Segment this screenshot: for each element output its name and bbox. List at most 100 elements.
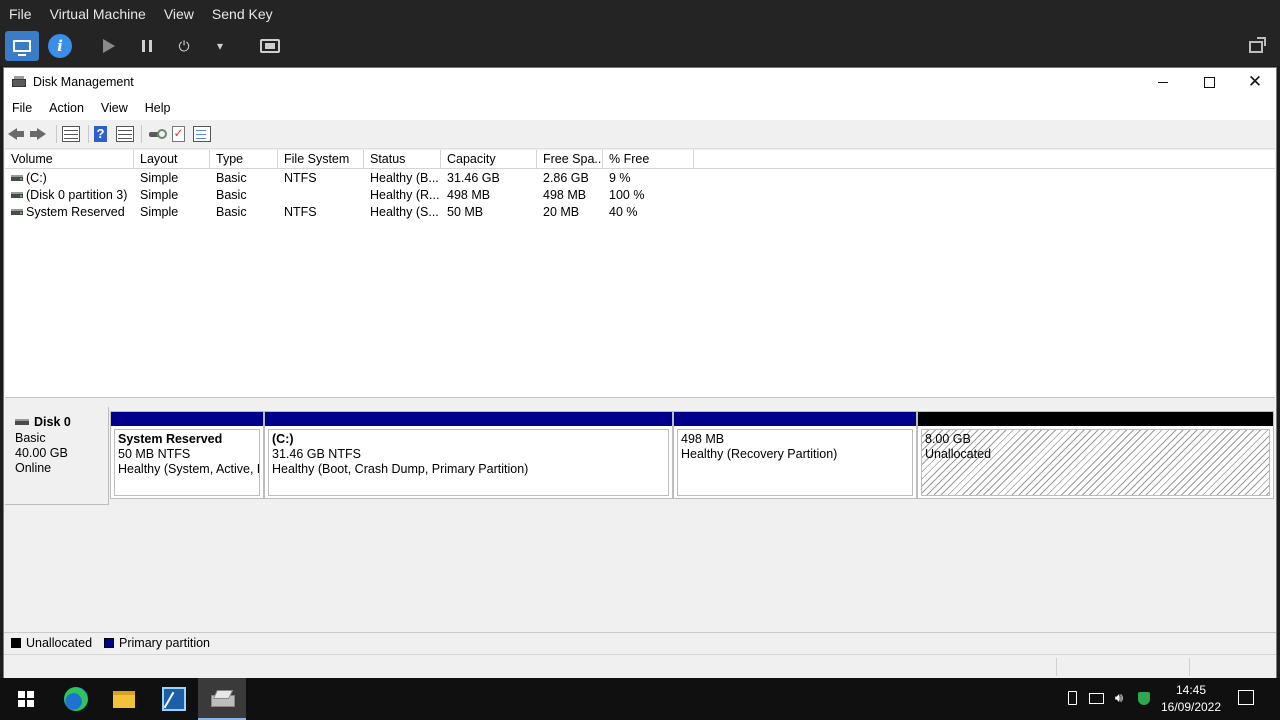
cell-layout: Simple: [140, 171, 179, 185]
legend: Unallocated Primary partition: [4, 632, 1276, 653]
properties-icon[interactable]: [193, 126, 211, 142]
cell-status: Healthy (S...: [370, 205, 439, 219]
cell-volume: System Reserved: [26, 205, 125, 219]
window-title: Disk Management: [33, 75, 134, 89]
partition-name: (C:): [272, 432, 294, 446]
taskbar-disk-management[interactable]: [198, 678, 246, 720]
table-row[interactable]: (Disk 0 partition 3) Simple Basic Health…: [5, 187, 705, 204]
power-icon[interactable]: ⏻: [174, 36, 194, 56]
vm-toolbar: i ⏻ ▾: [0, 28, 1280, 66]
play-icon[interactable]: [100, 37, 118, 55]
legend-swatch-unallocated: [11, 638, 21, 648]
console-tree-icon[interactable]: [62, 126, 80, 142]
column-header-capacity[interactable]: Capacity: [441, 150, 537, 169]
cell-type: Basic: [216, 205, 247, 219]
partition-c[interactable]: (C:) 31.46 GB NTFS Healthy (Boot, Crash …: [264, 411, 673, 499]
column-header-status[interactable]: Status: [364, 150, 441, 169]
network-icon[interactable]: [1088, 690, 1104, 706]
taskbar-edge[interactable]: [52, 678, 100, 720]
partition-map: System Reserved 50 MB NTFS Healthy (Syst…: [110, 411, 1274, 499]
fullscreen-icon[interactable]: [1246, 37, 1266, 56]
start-button[interactable]: [2, 678, 50, 720]
forward-arrow-icon[interactable]: [30, 126, 48, 142]
status-divider: [1056, 658, 1057, 676]
vm-menu-view[interactable]: View: [164, 6, 194, 22]
vm-menu-virtual-machine[interactable]: Virtual Machine: [50, 6, 146, 22]
cell-layout: Simple: [140, 205, 179, 219]
legend-swatch-primary: [104, 638, 115, 648]
disk-type: Basic: [15, 431, 46, 445]
notification-icon[interactable]: [1238, 690, 1254, 705]
usb-icon[interactable]: [1064, 690, 1080, 706]
toolbar-separator: [88, 125, 89, 143]
cell-file-system: [278, 187, 364, 204]
partition-system-reserved[interactable]: System Reserved 50 MB NTFS Healthy (Syst…: [110, 411, 264, 499]
cell-percent-free: 100 %: [609, 188, 645, 202]
details-view-icon[interactable]: [116, 126, 134, 142]
security-shield-icon[interactable]: [1136, 690, 1152, 706]
column-header-percent-free[interactable]: % Free: [603, 150, 694, 169]
disk-label[interactable]: Disk 0 Basic 40.00 GB Online: [5, 407, 109, 505]
legend-label-primary: Primary partition: [119, 636, 211, 650]
partition-size: 498 MB: [681, 432, 725, 446]
partition-bar: [674, 412, 916, 426]
close-button[interactable]: ✕: [1232, 68, 1278, 96]
vm-menu-send-key[interactable]: Send Key: [212, 6, 273, 22]
back-arrow-icon[interactable]: [8, 126, 26, 142]
partition-status: Unallocated: [925, 447, 992, 461]
partition-status: Healthy (Recovery Partition): [681, 447, 838, 461]
menu-action[interactable]: Action: [49, 101, 84, 115]
partition-unallocated[interactable]: 8.00 GB Unallocated: [917, 411, 1274, 499]
status-divider: [1189, 658, 1190, 676]
cell-percent-free: 9 %: [609, 171, 631, 185]
cell-capacity: 498 MB: [447, 188, 491, 202]
help-icon[interactable]: ?: [94, 126, 107, 142]
clock[interactable]: 14:45 16/09/2022: [1158, 682, 1224, 716]
disk-icon: [15, 419, 29, 425]
menu-bar: File Action View Help: [4, 96, 1276, 120]
column-header-volume[interactable]: Volume: [5, 150, 134, 169]
speaker-icon[interactable]: 🔊︎: [1111, 690, 1127, 706]
cell-volume: (Disk 0 partition 3): [26, 188, 128, 202]
column-header-file-system[interactable]: File System: [278, 150, 364, 169]
file-explorer-icon: [113, 690, 135, 708]
partition-details: System Reserved 50 MB NTFS Healthy (Syst…: [114, 429, 260, 496]
clock-date: 16/09/2022: [1160, 700, 1222, 714]
cell-type: Basic: [216, 188, 247, 202]
snapshot-icon[interactable]: [257, 34, 283, 58]
partition-details: 498 MB Healthy (Recovery Partition): [677, 429, 913, 496]
title-bar[interactable]: Disk Management ✕: [4, 68, 1276, 96]
menu-view[interactable]: View: [101, 101, 128, 115]
checkmark-icon[interactable]: ✓: [172, 126, 185, 142]
pane-splitter[interactable]: [4, 399, 1276, 406]
vm-display-button[interactable]: [5, 31, 39, 61]
table-row[interactable]: System Reserved Simple Basic NTFS Health…: [5, 204, 705, 221]
column-header-filler: [694, 150, 1275, 169]
partition-bar: [265, 412, 672, 426]
cell-layout: Simple: [140, 188, 179, 202]
volume-list: Volume Layout Type File System Status Ca…: [5, 150, 1275, 398]
partition-recovery[interactable]: 498 MB Healthy (Recovery Partition): [673, 411, 917, 499]
column-header-free-space[interactable]: Free Spa...: [537, 150, 603, 169]
maximize-button[interactable]: [1186, 68, 1232, 96]
vm-menu-file[interactable]: File: [9, 6, 32, 22]
menu-help[interactable]: Help: [145, 101, 171, 115]
menu-file[interactable]: File: [12, 101, 32, 115]
column-header-layout[interactable]: Layout: [134, 150, 210, 169]
pause-icon[interactable]: [138, 37, 156, 55]
taskbar-ide[interactable]: [150, 678, 198, 720]
column-header-type[interactable]: Type: [210, 150, 278, 169]
partition-size: 31.46 GB NTFS: [272, 447, 361, 461]
minimize-button[interactable]: [1140, 68, 1186, 96]
table-row[interactable]: (C:) Simple Basic NTFS Healthy (B... 31.…: [5, 170, 705, 187]
connect-icon[interactable]: [147, 126, 167, 142]
cell-free-space: 2.86 GB: [543, 171, 589, 185]
taskbar: 🔊︎ 14:45 16/09/2022: [0, 678, 1280, 720]
taskbar-file-explorer[interactable]: [100, 678, 148, 720]
chevron-down-icon[interactable]: ▾: [211, 36, 229, 56]
info-icon[interactable]: i: [48, 34, 72, 58]
partition-bar: [111, 412, 263, 426]
toolbar: ? ✓: [4, 120, 1276, 149]
partition-name: System Reserved: [118, 432, 223, 446]
partition-details: 8.00 GB Unallocated: [921, 429, 1270, 496]
